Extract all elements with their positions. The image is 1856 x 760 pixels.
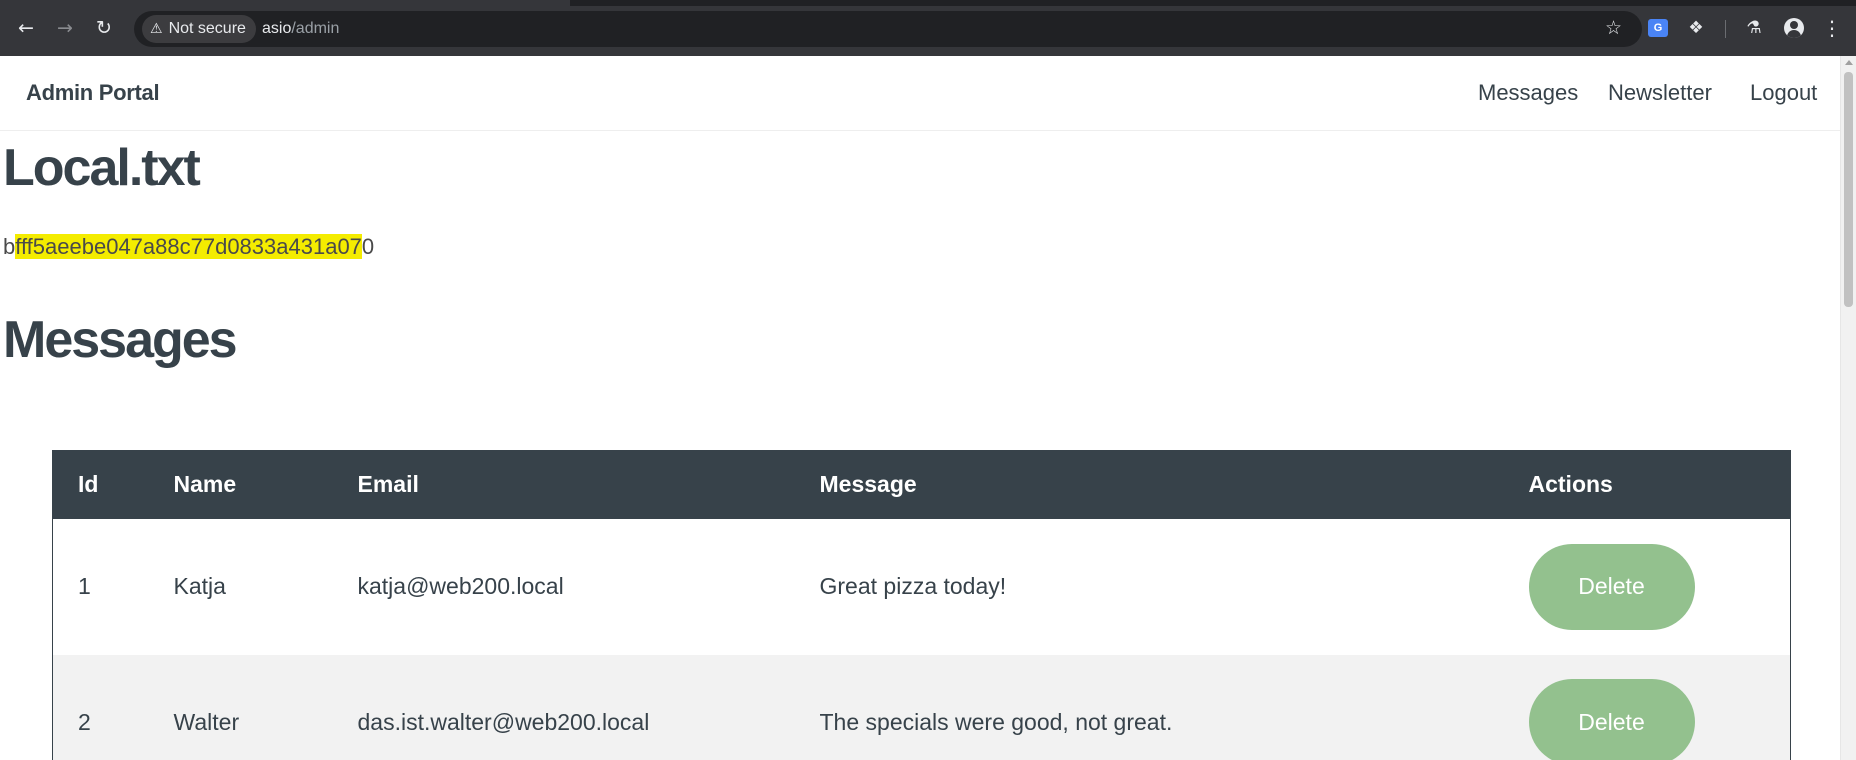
hash-tail: 0 bbox=[361, 234, 375, 259]
page-content: Admin Portal Messages Newsletter Logout … bbox=[0, 56, 1840, 760]
back-icon[interactable]: ← bbox=[14, 16, 38, 40]
delete-button[interactable]: Delete bbox=[1528, 543, 1695, 630]
nav-link-messages[interactable]: Messages bbox=[1478, 80, 1578, 106]
extensions-icon[interactable]: ❖ bbox=[1684, 16, 1708, 40]
tab-strip bbox=[0, 0, 1856, 6]
local-hash: bfff5aeebe047a88c77d0833a431a070 bbox=[3, 234, 374, 260]
messages-table: Id Name Email Message Actions 1 Katja ka… bbox=[52, 450, 1791, 760]
cell-message: The specials were good, not great. bbox=[819, 708, 1173, 735]
column-header-message: Message bbox=[819, 471, 917, 498]
cell-id: 2 bbox=[78, 708, 91, 735]
column-header-name: Name bbox=[173, 471, 237, 498]
brand-logo[interactable]: Admin Portal bbox=[26, 80, 160, 106]
table-row: 1 Katja katja@web200.local Great pizza t… bbox=[53, 519, 1791, 655]
reload-icon[interactable]: ↻ bbox=[92, 16, 116, 40]
cell-id: 1 bbox=[78, 573, 91, 599]
cell-email: katja@web200.local bbox=[357, 573, 564, 599]
hash-selection: fff5aeebe047a88c77d0833a431a07 bbox=[15, 234, 362, 259]
messages-heading: Messages bbox=[3, 311, 238, 369]
url-path: /admin bbox=[291, 20, 340, 37]
url-host: asio bbox=[262, 20, 292, 37]
cell-name: Katja bbox=[173, 573, 226, 599]
nav-link-logout[interactable]: Logout bbox=[1750, 80, 1817, 106]
active-tab-edge bbox=[0, 0, 570, 6]
column-header-id: Id bbox=[78, 471, 99, 498]
forward-icon[interactable]: → bbox=[53, 16, 77, 40]
translate-icon[interactable]: G bbox=[1646, 16, 1670, 40]
warning-icon: ⚠ bbox=[150, 21, 163, 37]
nav-link-newsletter[interactable]: Newsletter bbox=[1608, 80, 1712, 106]
browser-toolbar: ← → ↻ ⚠ Not secure asio/admin ☆ G ❖ ⚗ ⋮ bbox=[0, 0, 1856, 56]
page-scrollbar[interactable] bbox=[1840, 56, 1856, 760]
cell-email: das.ist.walter@web200.local bbox=[357, 708, 650, 735]
cell-name: Walter bbox=[173, 708, 240, 735]
top-navbar: Admin Portal Messages Newsletter Logout bbox=[0, 56, 1840, 131]
cell-message: Great pizza today! bbox=[819, 573, 1007, 599]
menu-icon[interactable]: ⋮ bbox=[1820, 16, 1844, 40]
star-icon[interactable]: ☆ bbox=[1605, 17, 1622, 39]
cell-actions: Delete bbox=[1504, 519, 1791, 655]
local-heading: Local.txt bbox=[3, 139, 201, 197]
delete-button[interactable]: Delete bbox=[1528, 679, 1695, 760]
url-text[interactable]: asio/admin bbox=[262, 20, 339, 38]
table-header-row: Id Name Email Message Actions bbox=[52, 450, 1791, 519]
column-header-actions: Actions bbox=[1528, 471, 1613, 498]
table-row: 2 Walter das.ist.walter@web200.local The… bbox=[52, 654, 1791, 760]
profile-icon[interactable] bbox=[1782, 16, 1806, 40]
security-label: Not secure bbox=[168, 20, 246, 37]
scroll-up-arrow-icon[interactable] bbox=[1845, 60, 1853, 65]
hash-lead: b bbox=[3, 234, 16, 259]
security-chip[interactable]: ⚠ Not secure bbox=[142, 15, 256, 43]
column-header-email: Email bbox=[357, 471, 419, 498]
scrollbar-thumb[interactable] bbox=[1844, 72, 1853, 307]
address-bar[interactable]: ⚠ Not secure asio/admin ☆ bbox=[134, 11, 1642, 47]
labs-icon[interactable]: ⚗ bbox=[1742, 16, 1766, 40]
cell-actions: Delete bbox=[1504, 655, 1791, 760]
toolbar-divider bbox=[1725, 20, 1726, 38]
